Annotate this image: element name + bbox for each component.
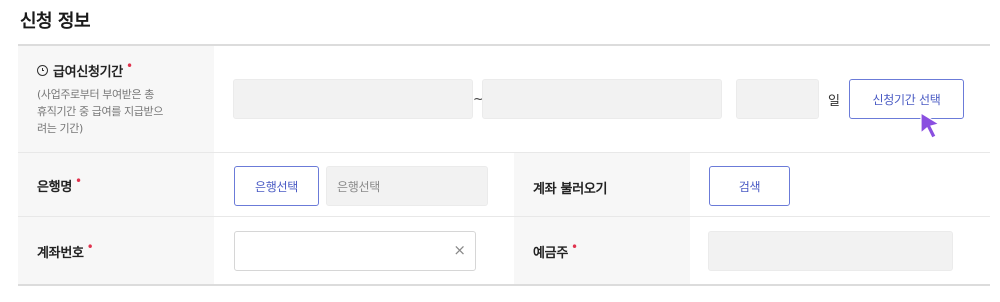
period-label: 급여신청기간 [53, 65, 123, 80]
search-button[interactable]: 검색 [709, 166, 790, 206]
period-desc-line: (사업주로부터 부여받은 총 [37, 88, 155, 101]
period-label-group: 급여신청기간 • [37, 58, 134, 80]
info-circle-icon [37, 65, 48, 76]
bank-label-group: 은행명 • [37, 173, 83, 196]
account-number-label-group: 계좌번호 • [37, 239, 94, 262]
required-mark: • [125, 58, 134, 73]
period-desc-line: 휴직기간 중 급여를 지급받으 [37, 105, 163, 118]
bank-select-button[interactable]: 은행선택 [234, 166, 319, 206]
clear-icon[interactable]: × [453, 241, 466, 259]
depositor-label-group: 예금주 • [533, 239, 579, 262]
depositor-field [708, 231, 953, 271]
depositor-label: 예금주 [533, 246, 568, 261]
section-title: 신청 정보 [20, 11, 91, 32]
day-unit-label: 일 [828, 94, 840, 109]
bank-label: 은행명 [37, 180, 72, 195]
bank-name-field: 은행선택 [326, 166, 488, 206]
required-mark: • [570, 239, 579, 254]
bank-name-placeholder: 은행선택 [337, 179, 380, 194]
period-days-field [736, 79, 819, 119]
period-end-field [482, 79, 722, 119]
mouse-cursor-icon [920, 111, 941, 139]
account-fetch-label: 계좌 불러오기 [533, 182, 608, 197]
period-desc-line: 려는 기간) [37, 122, 83, 135]
select-period-button[interactable]: 신청기간 선택 [849, 79, 964, 119]
divider [18, 284, 990, 286]
period-start-field [233, 79, 473, 119]
period-description: (사업주로부터 부여받은 총 휴직기간 중 급여를 지급받으 려는 기간) [37, 86, 207, 137]
required-mark: • [74, 173, 83, 188]
required-mark: • [86, 239, 94, 254]
account-number-input[interactable]: × [234, 231, 476, 271]
account-number-label: 계좌번호 [37, 246, 84, 261]
